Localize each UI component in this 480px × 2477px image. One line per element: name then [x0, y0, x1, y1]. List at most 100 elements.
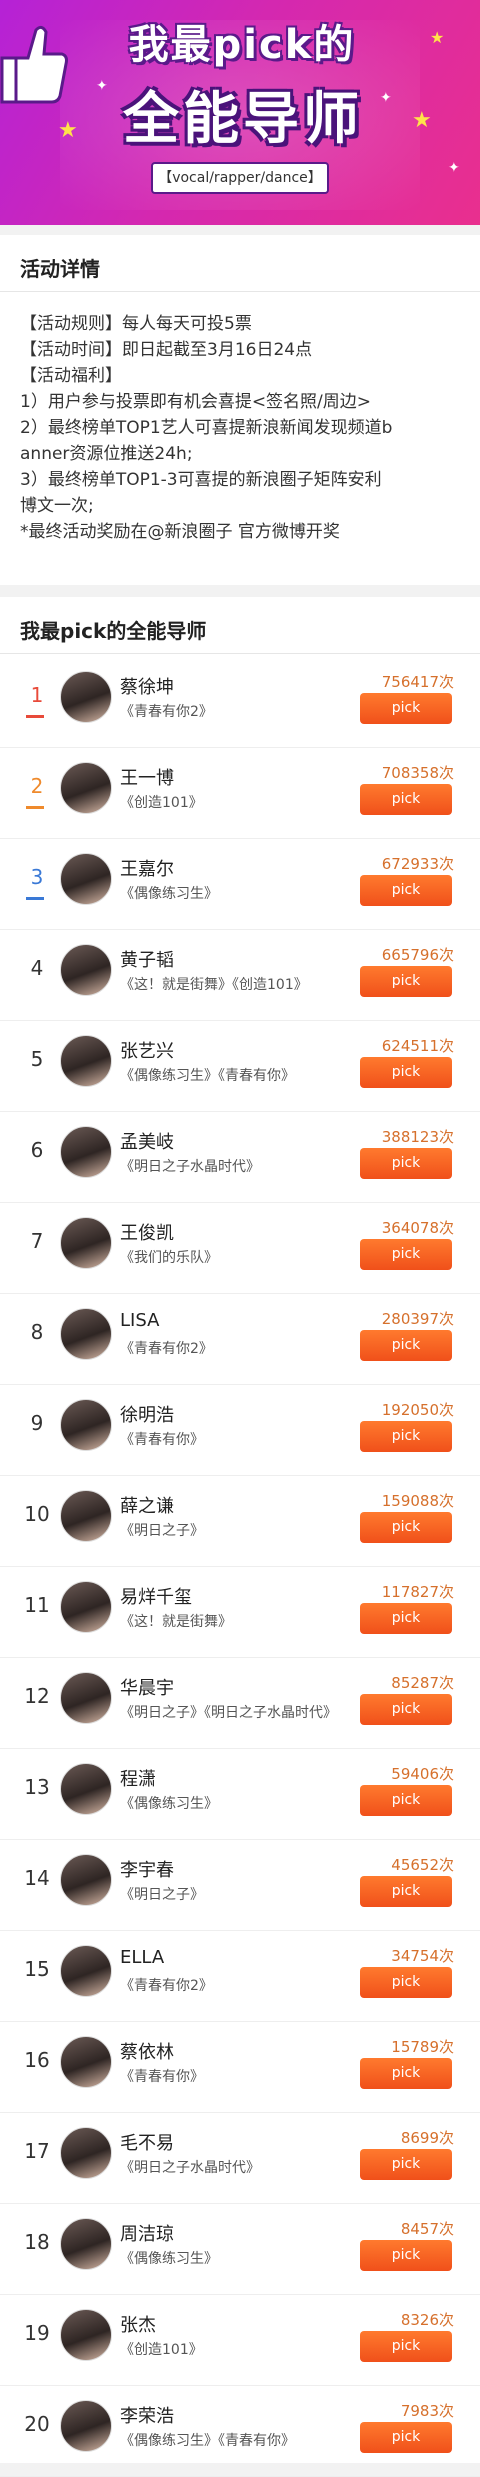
ranking-row: 5 张艺兴 《偶像练习生》《青春有你》 624511次 pick — [0, 1021, 480, 1112]
vote-count: 624511次 — [381, 1037, 454, 1055]
pick-button[interactable]: pick — [360, 2422, 452, 2453]
avatar[interactable] — [60, 1490, 112, 1542]
mentor-shows: 《创造101》 — [120, 795, 203, 811]
ranking-row: 4 黄子韬 《这！就是街舞》《创造101》 665796次 pick — [0, 930, 480, 1021]
ranking-row: 20 李荣浩 《偶像练习生》《青春有你》 7983次 pick — [0, 2386, 480, 2477]
pick-button[interactable]: pick — [360, 1057, 452, 1088]
ranking-row: 10 薛之谦 《明日之子》 159088次 pick — [0, 1476, 480, 1567]
detail-line: 3）最终榜单TOP1-3可喜提的新浪圈子矩阵安利 — [20, 470, 382, 490]
rank-number: 8 — [30, 1320, 44, 1344]
mentor-shows: 《这！就是街舞》 — [120, 1614, 232, 1630]
mentor-shows: 《我们的乐队》 — [120, 1250, 218, 1266]
avatar[interactable] — [60, 1581, 112, 1633]
pick-button[interactable]: pick — [360, 2331, 452, 2362]
mentor-name: ELLA — [120, 1947, 165, 1968]
pick-button[interactable]: pick — [360, 2058, 452, 2089]
mentor-name: 孟美岐 — [120, 1132, 174, 1153]
rank-number: 19 — [24, 2321, 50, 2345]
mentor-shows: 《创造101》 — [120, 2342, 203, 2358]
ranking-row: 11 易烊千玺 《这！就是街舞》 117827次 pick — [0, 1567, 480, 1658]
avatar[interactable] — [60, 2309, 112, 2361]
rank-number: 11 — [24, 1593, 50, 1617]
ranking-list: 1 蔡徐坤 《青春有你2》 756417次 pick 2 王一博 《创造101》 708358次… — [0, 657, 480, 2477]
pick-button[interactable]: pick — [360, 1603, 452, 1634]
mentor-name: LISA — [120, 1310, 160, 1331]
avatar[interactable] — [60, 1126, 112, 1178]
avatar[interactable] — [60, 2218, 112, 2270]
pick-button[interactable]: pick — [360, 1148, 452, 1179]
pick-button[interactable]: pick — [360, 2240, 452, 2271]
mentor-name: 薛之谦 — [120, 1496, 174, 1517]
mentor-name: 李宇春 — [120, 1860, 174, 1881]
avatar[interactable] — [60, 762, 112, 814]
vote-count: 34754次 — [391, 1947, 454, 1965]
ranking-row: 18 周洁琼 《偶像练习生》 8457次 pick — [0, 2204, 480, 2295]
vote-count: 45652次 — [391, 1856, 454, 1874]
star-icon: ★ — [58, 118, 78, 143]
avatar[interactable] — [60, 1217, 112, 1269]
rank-number: 12 — [24, 1684, 50, 1708]
vote-count: 364078次 — [381, 1219, 454, 1237]
pick-button[interactable]: pick — [360, 1421, 452, 1452]
ranking-row: 2 王一博 《创造101》 708358次 pick — [0, 748, 480, 839]
pick-button[interactable]: pick — [360, 1876, 452, 1907]
detail-line: anner资源位推送24h; — [20, 444, 193, 464]
ranking-row: 12 华晨宇 《明日之子》《明日之子水晶时代》 85287次 pick — [0, 1658, 480, 1749]
avatar[interactable] — [60, 1763, 112, 1815]
avatar[interactable] — [60, 2036, 112, 2088]
avatar[interactable] — [60, 1035, 112, 1087]
pick-button[interactable]: pick — [360, 1694, 452, 1725]
vote-count: 117827次 — [381, 1583, 454, 1601]
divider — [0, 653, 480, 654]
pick-button[interactable]: pick — [360, 784, 452, 815]
pick-button[interactable]: pick — [360, 1512, 452, 1543]
mentor-shows: 《青春有你》 — [120, 1432, 204, 1448]
vote-count: 7983次 — [400, 2402, 454, 2420]
pick-button[interactable]: pick — [360, 2149, 452, 2180]
vote-count: 280397次 — [381, 1310, 454, 1328]
divider — [0, 291, 480, 292]
rank-number: 2 — [30, 774, 44, 798]
ranking-row: 13 程潇 《偶像练习生》 59406次 pick — [0, 1749, 480, 1840]
pick-button[interactable]: pick — [360, 1330, 452, 1361]
avatar[interactable] — [60, 1672, 112, 1724]
vote-count: 192050次 — [381, 1401, 454, 1419]
pick-button[interactable]: pick — [360, 1785, 452, 1816]
mentor-name: 蔡依林 — [120, 2042, 174, 2063]
pick-button[interactable]: pick — [360, 966, 452, 997]
avatar[interactable] — [60, 2400, 112, 2452]
star-icon: ★ — [412, 108, 432, 133]
ranking-title: 我最pick的全能导师 — [20, 619, 207, 643]
rank-number: 13 — [24, 1775, 50, 1799]
pick-button[interactable]: pick — [360, 1967, 452, 1998]
mentor-name: 王一博 — [120, 768, 174, 789]
avatar[interactable] — [60, 944, 112, 996]
avatar[interactable] — [60, 1308, 112, 1360]
thumbs-up-icon — [0, 25, 68, 104]
avatar[interactable] — [60, 853, 112, 905]
pick-button[interactable]: pick — [360, 693, 452, 724]
vote-count: 8699次 — [400, 2129, 454, 2147]
avatar[interactable] — [60, 1399, 112, 1451]
avatar[interactable] — [60, 671, 112, 723]
pick-button[interactable]: pick — [360, 1239, 452, 1270]
mentor-name: 程潇 — [120, 1769, 156, 1790]
pick-button[interactable]: pick — [360, 875, 452, 906]
detail-line: 2）最终榜单TOP1艺人可喜提新浪新闻发现频道b — [20, 418, 393, 438]
vote-count: 159088次 — [381, 1492, 454, 1510]
avatar[interactable] — [60, 2127, 112, 2179]
ranking-card: 我最pick的全能导师 1 蔡徐坤 《青春有你2》 756417次 pick 2 王一博 《创… — [0, 597, 480, 2477]
avatar[interactable] — [60, 1945, 112, 1997]
header-banner: ★ ★ ★ ✦ ✦ ✦ 我最pick的 全能导师 【vocal/rapper/d… — [0, 0, 480, 225]
vote-count: 665796次 — [381, 946, 454, 964]
rank-number: 5 — [30, 1047, 44, 1071]
rank-number: 14 — [24, 1866, 50, 1890]
mentor-name: 李荣浩 — [120, 2406, 174, 2427]
mentor-shows: 《这！就是街舞》《创造101》 — [120, 977, 308, 993]
avatar[interactable] — [60, 1854, 112, 1906]
detail-line: 【活动福利】 — [20, 366, 122, 386]
rank-number: 7 — [30, 1229, 44, 1253]
mentor-shows: 《偶像练习生》《青春有你》 — [120, 1068, 295, 1084]
mentor-name: 王俊凯 — [120, 1223, 174, 1244]
mentor-shows: 《明日之子》《明日之子水晶时代》 — [120, 1705, 337, 1721]
